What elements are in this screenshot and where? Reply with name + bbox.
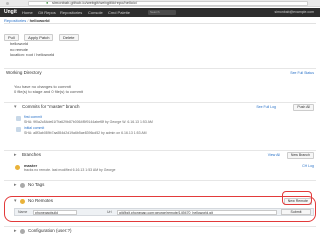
view-all-branches-link[interactable]: View All [268, 152, 280, 158]
tag-icon [20, 183, 25, 188]
submit-remote-button[interactable]: Submit [281, 209, 311, 215]
nav-home[interactable]: Home [22, 9, 33, 16]
breadcrumb-repositories[interactable]: Repositories [4, 18, 26, 23]
commit-item[interactable]: initial commit SHA: a8f3ab089b7aa554d2d1… [24, 126, 147, 135]
nav-git-repos[interactable]: Git Repos [38, 9, 56, 16]
configuration-title: Configuration (user:?) [28, 228, 72, 233]
collapse-triangle-icon[interactable]: ▸ [14, 228, 17, 234]
new-remote-highlight [282, 191, 312, 205]
lock-icon: ● [46, 0, 49, 5]
user-account[interactable]: simonbab@example.com [274, 9, 314, 16]
branch-icon [15, 165, 20, 170]
remote-url-input[interactable]: git@git.phonegap.com:george/remote/14947… [117, 210, 277, 215]
breadcrumb-current: helloworld [29, 18, 50, 23]
remotes-section: ▾ No Remotes New Remote [4, 197, 316, 207]
repo-location: location: root / helloworld [10, 52, 55, 57]
search-input[interactable]: Search [148, 10, 176, 15]
tags-title: No Tags [28, 182, 45, 187]
breadcrumb: Repositories / helloworld [4, 17, 316, 24]
commits-section: ▾ Commits for "master" branch See Full L… [4, 102, 316, 138]
browser-toolbar: ● simonbab.github.io/webgit/webgit/#/rep… [0, 0, 320, 7]
delete-button[interactable]: Delete [58, 34, 79, 41]
commit-detail: SHA: 9f0a2c84de61f7fa629b87b0064f5f9144a… [24, 119, 153, 124]
tags-section: ▸ No Tags [4, 180, 316, 190]
pull-button[interactable]: Pull [4, 34, 19, 41]
branch-detail: tracks no remote. last modified 6.16.13 … [24, 168, 116, 172]
app-header: Ungit Home Git Repos Repositories Consol… [0, 8, 320, 17]
apply-patch-button[interactable]: Apply Patch [24, 34, 54, 41]
see-full-status-link[interactable]: See Full Status [290, 70, 314, 76]
see-full-log-link[interactable]: See Full Log [256, 104, 276, 110]
remotes-title: No Remotes [28, 198, 54, 203]
app-logo[interactable]: Ungit [4, 9, 17, 16]
collapse-triangle-icon[interactable]: ▾ [14, 104, 17, 110]
repo-actions: Pull Apply Patch Delete [4, 26, 80, 41]
branches-title: Branches [22, 152, 42, 157]
commit-detail: SHA: a8f3ab089b7aa554d2d19a6b5ae8396cd52… [24, 130, 147, 135]
commit-avatar [16, 116, 21, 121]
collapse-triangle-icon[interactable]: ▾ [14, 198, 17, 204]
remote-name-label: Name [18, 210, 28, 214]
gear-icon [20, 229, 25, 234]
repo-info: helloworld no remote location: root / he… [10, 41, 54, 58]
window-dot-icon [6, 2, 9, 5]
nav-repositories[interactable]: Repositories [60, 9, 82, 16]
nav-console[interactable]: Console [88, 9, 103, 16]
configuration-section: ▸ Configuration (user:?) [4, 226, 316, 236]
remote-url-label: Url [107, 210, 112, 214]
commits-title: Commits for "master" branch [22, 104, 80, 109]
commit-item[interactable]: first commit SHA: 9f0a2c84de61f7fa629b87… [24, 115, 153, 124]
address-bar-url: simonbab.github.io/webgit/webgit/#/repo/… [52, 0, 138, 5]
remote-name-input[interactable]: phonegapbuild [33, 210, 77, 215]
working-directory-section: Working Directory See Full Status You ha… [4, 68, 316, 100]
remote-icon [20, 199, 25, 204]
breadcrumb-separator: / [27, 18, 29, 23]
collapse-triangle-icon[interactable]: ▸ [14, 182, 17, 188]
push-all-button[interactable]: Push All [293, 104, 314, 111]
wd-count-line: 0 file(s) to stage and 0 file(s) to comm… [14, 89, 83, 94]
branch-log-link[interactable]: CH Log [302, 163, 314, 169]
branches-section: ▸ Branches View All New Branch master tr… [4, 150, 316, 178]
working-directory-title: Working Directory [6, 70, 42, 75]
commit-avatar [16, 127, 21, 132]
nav-cmd-palette[interactable]: Cmd Palette [108, 9, 130, 16]
new-remote-form: Name phonegapbuild Url git@git.phonegap.… [14, 208, 314, 216]
new-branch-button[interactable]: New Branch [286, 152, 314, 159]
collapse-triangle-icon[interactable]: ▸ [14, 152, 17, 158]
